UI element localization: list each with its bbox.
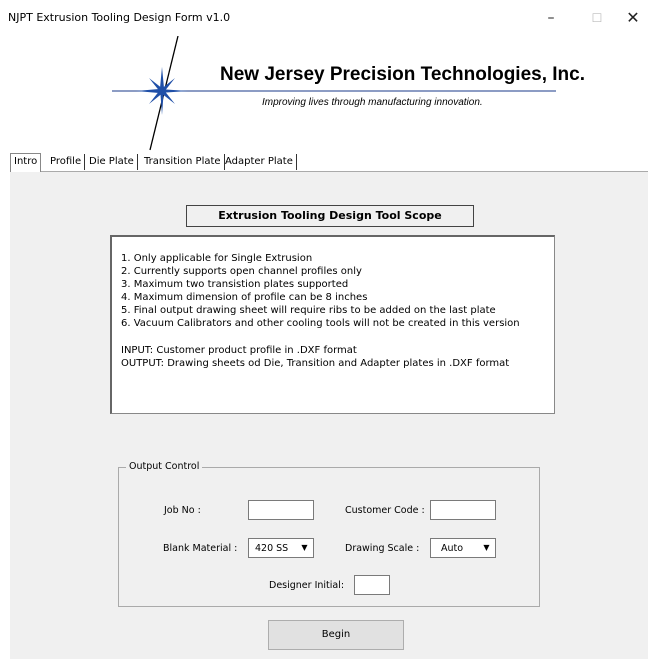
title-bar: NJPT Extrusion Tooling Design Form v1.0 … [0, 0, 648, 36]
scope-input-line: INPUT: Customer product profile in .DXF … [121, 345, 357, 356]
chevron-down-icon[interactable]: ▼ [297, 540, 312, 556]
close-icon[interactable]: ✕ [618, 4, 648, 32]
tab-adapter-plate[interactable]: Adapter Plate [222, 154, 297, 170]
company-name: New Jersey Precision Technologies, Inc. [220, 64, 586, 85]
tab-transition-plate[interactable]: Transition Plate [141, 154, 225, 170]
designer-initial-label: Designer Initial: [269, 580, 345, 591]
output-control-legend: Output Control [126, 461, 203, 472]
company-header [0, 36, 648, 154]
tab-profile[interactable]: Profile [47, 154, 86, 170]
company-tagline: Improving lives through manufacturing in… [262, 97, 483, 108]
scope-line: 2. Currently supports open channel profi… [121, 266, 362, 277]
minimize-icon[interactable]: – [528, 4, 574, 32]
designer-initial-input[interactable] [354, 575, 390, 595]
blank-material-label: Blank Material : [163, 543, 238, 554]
scope-line: 1. Only applicable for Single Extrusion [121, 253, 313, 264]
customer-code-label: Customer Code : [345, 505, 425, 516]
tab-die-plate[interactable]: Die Plate [86, 154, 138, 170]
tab-intro[interactable]: Intro [10, 153, 42, 172]
window-title: NJPT Extrusion Tooling Design Form v1.0 [8, 11, 231, 24]
scope-line: 6. Vacuum Calibrators and other cooling … [121, 318, 520, 329]
scope-description-box: 1. Only applicable for Single Extrusion … [110, 235, 555, 414]
scope-title: Extrusion Tooling Design Tool Scope [186, 205, 474, 227]
scope-line: 3. Maximum two transistion plates suppor… [121, 279, 349, 290]
scope-line: 5. Final output drawing sheet will requi… [121, 305, 496, 316]
scope-line: 4. Maximum dimension of profile can be 8… [121, 292, 368, 303]
blank-material-value: 420 SS [255, 543, 289, 554]
drawing-scale-select[interactable]: Auto ▼ [430, 538, 496, 558]
scope-output-line: OUTPUT: Drawing sheets od Die, Transitio… [121, 358, 510, 369]
star-logo-icon [112, 36, 556, 151]
drawing-scale-value: Auto [441, 543, 464, 554]
job-no-input[interactable] [248, 500, 314, 520]
begin-button[interactable]: Begin [268, 620, 404, 650]
blank-material-select[interactable]: 420 SS ▼ [248, 538, 314, 558]
drawing-scale-label: Drawing Scale : [345, 543, 420, 554]
customer-code-input[interactable] [430, 500, 496, 520]
chevron-down-icon[interactable]: ▼ [479, 540, 494, 556]
job-no-label: Job No : [164, 505, 201, 516]
maximize-icon[interactable]: ☐ [574, 4, 620, 32]
